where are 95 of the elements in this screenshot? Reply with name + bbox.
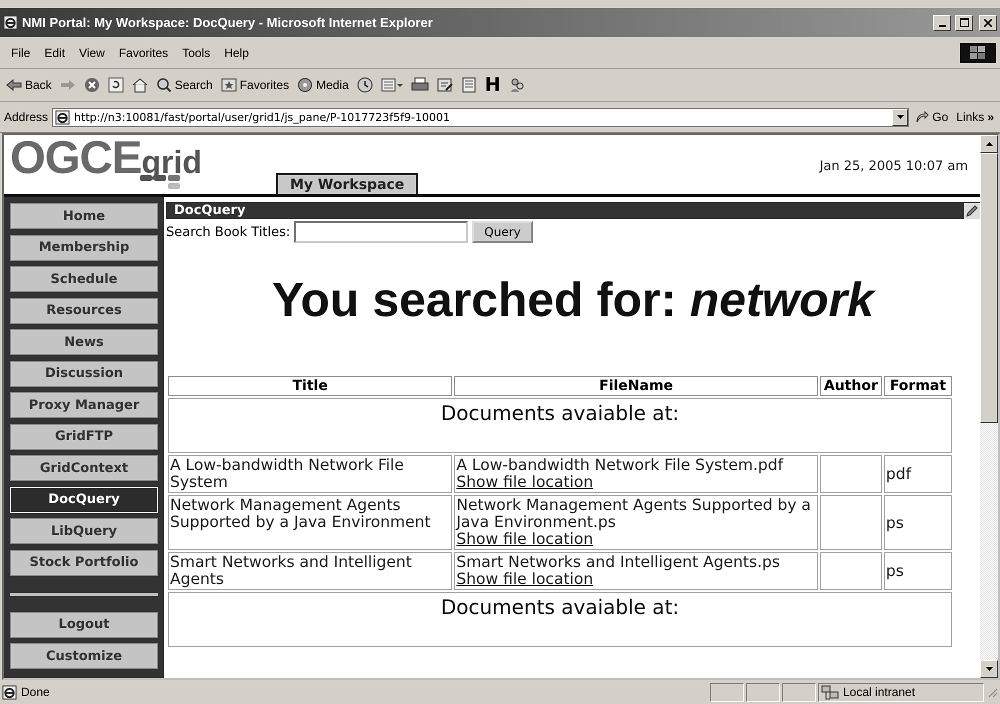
sidebar-item[interactable]: Home (10, 203, 158, 229)
go-arrow-icon (915, 111, 930, 123)
format-cell: ps (884, 495, 952, 550)
maximize-button[interactable] (955, 14, 973, 30)
links-button[interactable]: Links » (954, 107, 996, 127)
down-arrow-icon[interactable] (986, 667, 992, 671)
back-button[interactable]: Back (4, 75, 54, 95)
minimize-icon (938, 24, 946, 26)
title-cell: A Low-bandwidth Network File System (168, 455, 452, 493)
star-folder-icon (220, 78, 237, 92)
search-field[interactable] (294, 221, 468, 243)
column-header: Author (820, 376, 882, 396)
group-heading: Documents avaiable at: (168, 398, 952, 453)
sidebar-item[interactable]: Customize (10, 643, 158, 669)
date-time: Jan 25, 2005 10:07 am (820, 159, 968, 174)
filename-cell: Smart Networks and Intelligent Agents.ps Show file location (454, 552, 818, 590)
caret-icon (896, 115, 904, 119)
filename-cell: Network Management Agents Supported by a Java Environment.ps Show file location (454, 495, 818, 550)
sidebar-item[interactable]: GridContext (10, 455, 158, 481)
history-icon (356, 77, 373, 93)
media-icon (297, 77, 314, 93)
page-icon (55, 110, 70, 124)
portlet-title: DocQuery (173, 203, 246, 218)
close-button[interactable] (979, 14, 997, 30)
status-pane (710, 682, 744, 702)
show-file-location-link[interactable]: Show file location (456, 571, 594, 588)
windows-logo-icon (960, 42, 996, 62)
menu-item[interactable]: Tools (175, 46, 218, 60)
sidebar-item[interactable]: Discussion (10, 360, 158, 386)
sidebar-item[interactable]: Proxy Manager (10, 392, 158, 418)
home-icon (132, 77, 148, 93)
column-header: FileName (454, 376, 818, 396)
address-label: Address (4, 110, 48, 124)
forward-arrow-icon (60, 79, 76, 91)
refresh-icon (108, 77, 124, 93)
go-button[interactable]: Go (913, 107, 950, 127)
history-button[interactable] (354, 75, 375, 95)
menu-item[interactable]: File (4, 46, 38, 60)
refresh-button[interactable] (106, 75, 126, 95)
messenger-icon (508, 77, 525, 93)
resize-grip-icon[interactable] (986, 686, 998, 698)
up-arrow-icon[interactable] (986, 142, 992, 146)
minimize-button[interactable] (933, 14, 951, 30)
dropdown-button[interactable] (892, 108, 908, 126)
document-icon (460, 77, 477, 93)
sidebar-item[interactable]: Logout (10, 612, 158, 638)
group-heading: Documents avaiable at: (168, 592, 952, 647)
address-field[interactable]: http://n3:10081/fast/portal/user/grid1/js_pane/P-1017723f5f9-10001 (52, 108, 910, 126)
back-arrow-icon (6, 79, 22, 91)
zone-text: Local intranet (843, 685, 916, 699)
search-label: Search Book Titles: (166, 224, 290, 240)
filename-cell: A Low-bandwidth Network File System.pdf Show file location (454, 455, 818, 493)
window-title: NMI Portal: My Workspace: DocQuery - Microsoft Internet Explorer (22, 15, 434, 30)
vertical-scrollbar[interactable] (980, 135, 998, 678)
sidebar-item[interactable]: LibQuery (10, 518, 158, 544)
media-button[interactable]: Media (295, 75, 351, 95)
show-file-location-link[interactable]: Show file location (456, 474, 594, 491)
menu-item[interactable]: View (72, 46, 112, 60)
format-cell: pdf (884, 455, 952, 493)
sidebar-item[interactable]: GridFTP (10, 424, 158, 450)
browser-icon (3, 15, 18, 30)
sidebar-item[interactable]: News (10, 329, 158, 355)
column-header: Title (168, 376, 452, 396)
sidebar-item[interactable]: Stock Portfolio (10, 550, 158, 576)
favorites-button[interactable]: Favorites (218, 75, 292, 95)
menu-item[interactable]: Edit (37, 46, 72, 60)
sidebar-item[interactable]: Schedule (10, 266, 158, 292)
sidebar-item[interactable]: Resources (10, 298, 158, 324)
mail-icon (380, 77, 403, 93)
status-text: Done (21, 685, 50, 699)
sidebar-item[interactable]: DocQuery (10, 486, 158, 512)
printer-icon (410, 77, 429, 93)
maximize-icon (960, 18, 968, 27)
pencil-icon[interactable] (964, 202, 980, 218)
menu-item[interactable]: Help (217, 46, 256, 60)
query-button[interactable]: Query (472, 221, 533, 243)
format-cell: ps (884, 552, 952, 590)
column-header: Format (884, 376, 952, 396)
search-icon (156, 77, 172, 93)
sidebar-item[interactable]: Membership (10, 234, 158, 260)
workspace-tab[interactable]: My Workspace (276, 173, 418, 194)
title-cell: Network Management Agents Supported by a Java Environment (168, 495, 452, 550)
results-heading: You searched for: network (272, 273, 874, 329)
status-pane (782, 682, 816, 702)
status-pane (746, 682, 780, 702)
h-button[interactable]: H (482, 75, 503, 95)
stop-icon (84, 77, 100, 93)
page-icon (2, 684, 17, 700)
search-button[interactable]: Search (154, 75, 215, 95)
close-icon (984, 18, 992, 26)
edit-document-icon (436, 77, 453, 93)
title-cell: Smart Networks and Intelligent Agents (168, 552, 452, 590)
network-icon (821, 684, 839, 700)
menu-item[interactable]: Favorites (112, 46, 176, 60)
show-file-location-link[interactable]: Show file location (456, 531, 594, 548)
